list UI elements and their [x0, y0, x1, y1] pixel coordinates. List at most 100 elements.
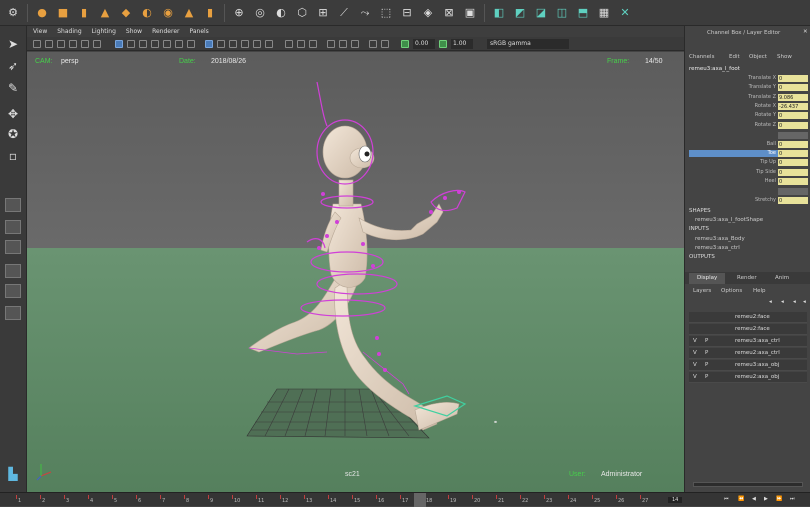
- layer-visible-toggle[interactable]: V: [693, 362, 697, 368]
- input-node[interactable]: remeu3:axa_ctrl: [695, 245, 740, 251]
- xray-joints-icon[interactable]: [297, 40, 305, 48]
- uv-icon[interactable]: ◧: [490, 4, 508, 22]
- combine-icon[interactable]: ⊕: [230, 4, 248, 22]
- layer-visible-toggle[interactable]: V: [693, 338, 697, 344]
- hud-icon[interactable]: [381, 40, 389, 48]
- layout-icon[interactable]: [5, 306, 21, 320]
- gamma-icon[interactable]: [439, 40, 447, 48]
- backface-icon[interactable]: [309, 40, 317, 48]
- menu-options[interactable]: Options: [721, 288, 742, 294]
- channel-field[interactable]: [778, 84, 808, 91]
- fill-hole-icon[interactable]: ⊞: [314, 4, 332, 22]
- menu-help[interactable]: Help: [753, 288, 766, 294]
- layer-name[interactable]: remeu3:axa_ctrl: [735, 338, 780, 344]
- textured-icon[interactable]: [241, 40, 249, 48]
- menu-layers[interactable]: Layers: [693, 288, 711, 294]
- rotate-tool-icon[interactable]: ✪: [4, 126, 22, 142]
- safe-action-icon[interactable]: [175, 40, 183, 48]
- layer-row[interactable]: remeu2:face: [689, 324, 807, 335]
- cone-icon[interactable]: ▲: [96, 4, 114, 22]
- safe-title-icon[interactable]: [187, 40, 195, 48]
- channel-field[interactable]: [778, 159, 808, 166]
- step-back-icon[interactable]: ⏪: [738, 496, 744, 502]
- select-tool-icon[interactable]: ➤: [4, 36, 22, 52]
- menu-channels[interactable]: Channels: [689, 54, 714, 60]
- disc-icon[interactable]: ▲: [180, 4, 198, 22]
- four-view-icon[interactable]: [5, 220, 21, 234]
- cut-icon[interactable]: ◪: [532, 4, 550, 22]
- exposure-icon[interactable]: [401, 40, 409, 48]
- merge-icon[interactable]: ⊠: [440, 4, 458, 22]
- layer-name[interactable]: remeu3:axa_obj: [735, 362, 779, 368]
- smooth-shade-icon[interactable]: [217, 40, 225, 48]
- persp-outliner-icon[interactable]: [5, 284, 21, 298]
- play-back-icon[interactable]: ◀: [752, 496, 756, 502]
- torus-icon[interactable]: ◆: [117, 4, 135, 22]
- edge-loop-icon[interactable]: ⤳: [356, 4, 374, 22]
- channel-field[interactable]: [778, 197, 808, 204]
- pipe-icon[interactable]: ◉: [159, 4, 177, 22]
- layer-playback-toggle[interactable]: P: [705, 350, 708, 356]
- menu-panels[interactable]: Panels: [189, 28, 208, 35]
- layer-name[interactable]: remeu2:axa_obj: [735, 374, 779, 380]
- separate-icon[interactable]: ◎: [251, 4, 269, 22]
- layer-scrollbar[interactable]: [693, 482, 803, 487]
- step-forward-icon[interactable]: ⏩: [776, 496, 782, 502]
- shadows-icon[interactable]: [265, 40, 273, 48]
- menu-edit[interactable]: Edit: [729, 54, 740, 60]
- channel-field[interactable]: [778, 122, 808, 129]
- go-end-icon[interactable]: ⏭: [790, 496, 795, 502]
- menu-icon[interactable]: ⚙: [4, 4, 22, 22]
- plane-icon[interactable]: ◐: [138, 4, 156, 22]
- paint-select-icon[interactable]: ✎: [4, 80, 22, 96]
- go-start-icon[interactable]: ⏮: [724, 496, 729, 502]
- channel-field[interactable]: [778, 141, 808, 148]
- layer-playback-toggle[interactable]: P: [705, 338, 708, 344]
- time-slider[interactable]: 1 2 3 4 5 6 7 8 9 10 11 12 13 14 15 16 17 18 19 20 21 22 23 24 2…: [0, 492, 810, 507]
- film-gate-icon[interactable]: [127, 40, 135, 48]
- transfer-icon[interactable]: ✕: [616, 4, 634, 22]
- channel-field[interactable]: [778, 150, 808, 157]
- lights-icon[interactable]: [253, 40, 261, 48]
- cube-icon[interactable]: ■: [54, 4, 72, 22]
- play-icon[interactable]: ▶: [764, 496, 768, 502]
- wireframe-on-shaded-icon[interactable]: [229, 40, 237, 48]
- current-frame-marker[interactable]: [414, 493, 426, 507]
- tab-anim[interactable]: Anim: [775, 275, 789, 281]
- sphere-icon[interactable]: ●: [33, 4, 51, 22]
- isolate-icon[interactable]: [369, 40, 377, 48]
- smooth-icon[interactable]: ◈: [419, 4, 437, 22]
- cylinder-alt-icon[interactable]: ▮: [201, 4, 219, 22]
- sew-icon[interactable]: ◩: [511, 4, 529, 22]
- bridge-icon[interactable]: ⬡: [293, 4, 311, 22]
- layer-visible-toggle[interactable]: V: [693, 374, 697, 380]
- unfold-icon[interactable]: ◫: [553, 4, 571, 22]
- resolution-gate-icon[interactable]: [139, 40, 147, 48]
- lasso-tool-icon[interactable]: ➶: [4, 58, 22, 74]
- bevel-icon[interactable]: ⬚: [377, 4, 395, 22]
- curve-icon[interactable]: ⟋: [335, 4, 353, 22]
- wireframe-icon[interactable]: [205, 40, 213, 48]
- xray-icon[interactable]: [285, 40, 293, 48]
- camera-icon[interactable]: [33, 40, 41, 48]
- layer-row[interactable]: V P remeu2:axa_obj: [689, 372, 807, 383]
- grid-icon[interactable]: [115, 40, 123, 48]
- current-frame-field[interactable]: 14: [668, 497, 683, 503]
- new-layer-icon[interactable]: ◂: [793, 299, 796, 305]
- channel-field[interactable]: [778, 169, 808, 176]
- ao-icon[interactable]: [327, 40, 335, 48]
- selected-node[interactable]: remeu3:axa_l_foot: [689, 66, 740, 72]
- layer-row[interactable]: V P remeu2:axa_ctrl: [689, 348, 807, 359]
- layer-name[interactable]: remeu2:face: [735, 326, 770, 332]
- scale-tool-icon[interactable]: ▫: [4, 148, 22, 164]
- camera-attr-icon[interactable]: [45, 40, 53, 48]
- layer-visible-toggle[interactable]: V: [693, 350, 697, 356]
- viewport-panel[interactable]: View Shading Lighting Show Renderer Pane…: [27, 26, 684, 492]
- side-by-side-icon[interactable]: [5, 240, 21, 254]
- menu-show[interactable]: Show: [777, 54, 792, 60]
- gamma-field[interactable]: 1.00: [451, 39, 473, 49]
- channel-field[interactable]: [778, 112, 808, 119]
- bookmark-icon[interactable]: [57, 40, 65, 48]
- input-node[interactable]: remeu3:axa_Body: [695, 236, 745, 242]
- menu-show[interactable]: Show: [126, 28, 142, 35]
